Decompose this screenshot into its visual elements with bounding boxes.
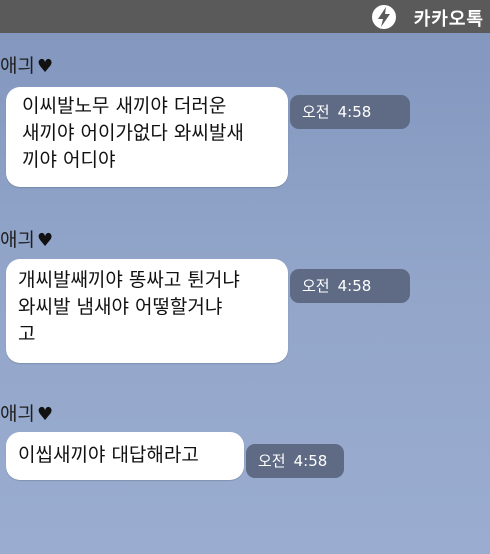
message-bubble[interactable]: 이씨발노무 새끼야 더러운 새끼야 어이가없다 와씨발새 끼야 어디야 xyxy=(6,87,288,187)
sender-label: 애긔 xyxy=(0,229,35,251)
sender-label: 애긔 xyxy=(0,403,35,425)
time-period: 오전 xyxy=(258,452,286,470)
sender-name: 애긔 ♥ xyxy=(0,399,53,426)
message-bubble[interactable]: 개씨발쌔끼야 똥싸고 튄거냐 와씨발 냄새야 어떻할거냐 고 xyxy=(6,259,288,363)
time-period: 오전 xyxy=(302,103,330,121)
chat-area[interactable]: 애긔 ♥ 이씨발노무 새끼야 더러운 새끼야 어이가없다 와씨발새 끼야 어디야 … xyxy=(0,33,490,554)
heart-icon: ♥ xyxy=(36,230,54,251)
lightning-bolt-icon xyxy=(372,5,396,29)
time-period: 오전 xyxy=(302,277,330,295)
message-text: 이씹새끼야 대답해라고 xyxy=(18,444,199,466)
heart-icon: ♥ xyxy=(36,56,54,77)
time-value: 4:58 xyxy=(293,452,328,470)
message-text: 개씨발쌔끼야 똥싸고 튄거냐 와씨발 냄새야 어떻할거냐 고 xyxy=(18,269,240,345)
app-header-bar: 카카오톡 xyxy=(0,0,490,33)
sender-name: 애긔 ♥ xyxy=(0,51,53,78)
message-timestamp: 오전 4:58 xyxy=(246,444,344,478)
message-text: 이씨발노무 새끼야 더러운 새끼야 어이가없다 와씨발새 끼야 어디야 xyxy=(22,95,244,171)
heart-icon: ♥ xyxy=(36,404,54,425)
message-timestamp: 오전 4:58 xyxy=(290,269,410,303)
message-timestamp: 오전 4:58 xyxy=(290,95,410,129)
sender-label: 애긔 xyxy=(0,55,35,77)
sender-name: 애긔 ♥ xyxy=(0,225,53,252)
message-bubble[interactable]: 이씹새끼야 대답해라고 xyxy=(6,432,244,480)
time-value: 4:58 xyxy=(337,277,372,295)
app-title: 카카오톡 xyxy=(413,9,484,30)
time-value: 4:58 xyxy=(337,103,372,121)
